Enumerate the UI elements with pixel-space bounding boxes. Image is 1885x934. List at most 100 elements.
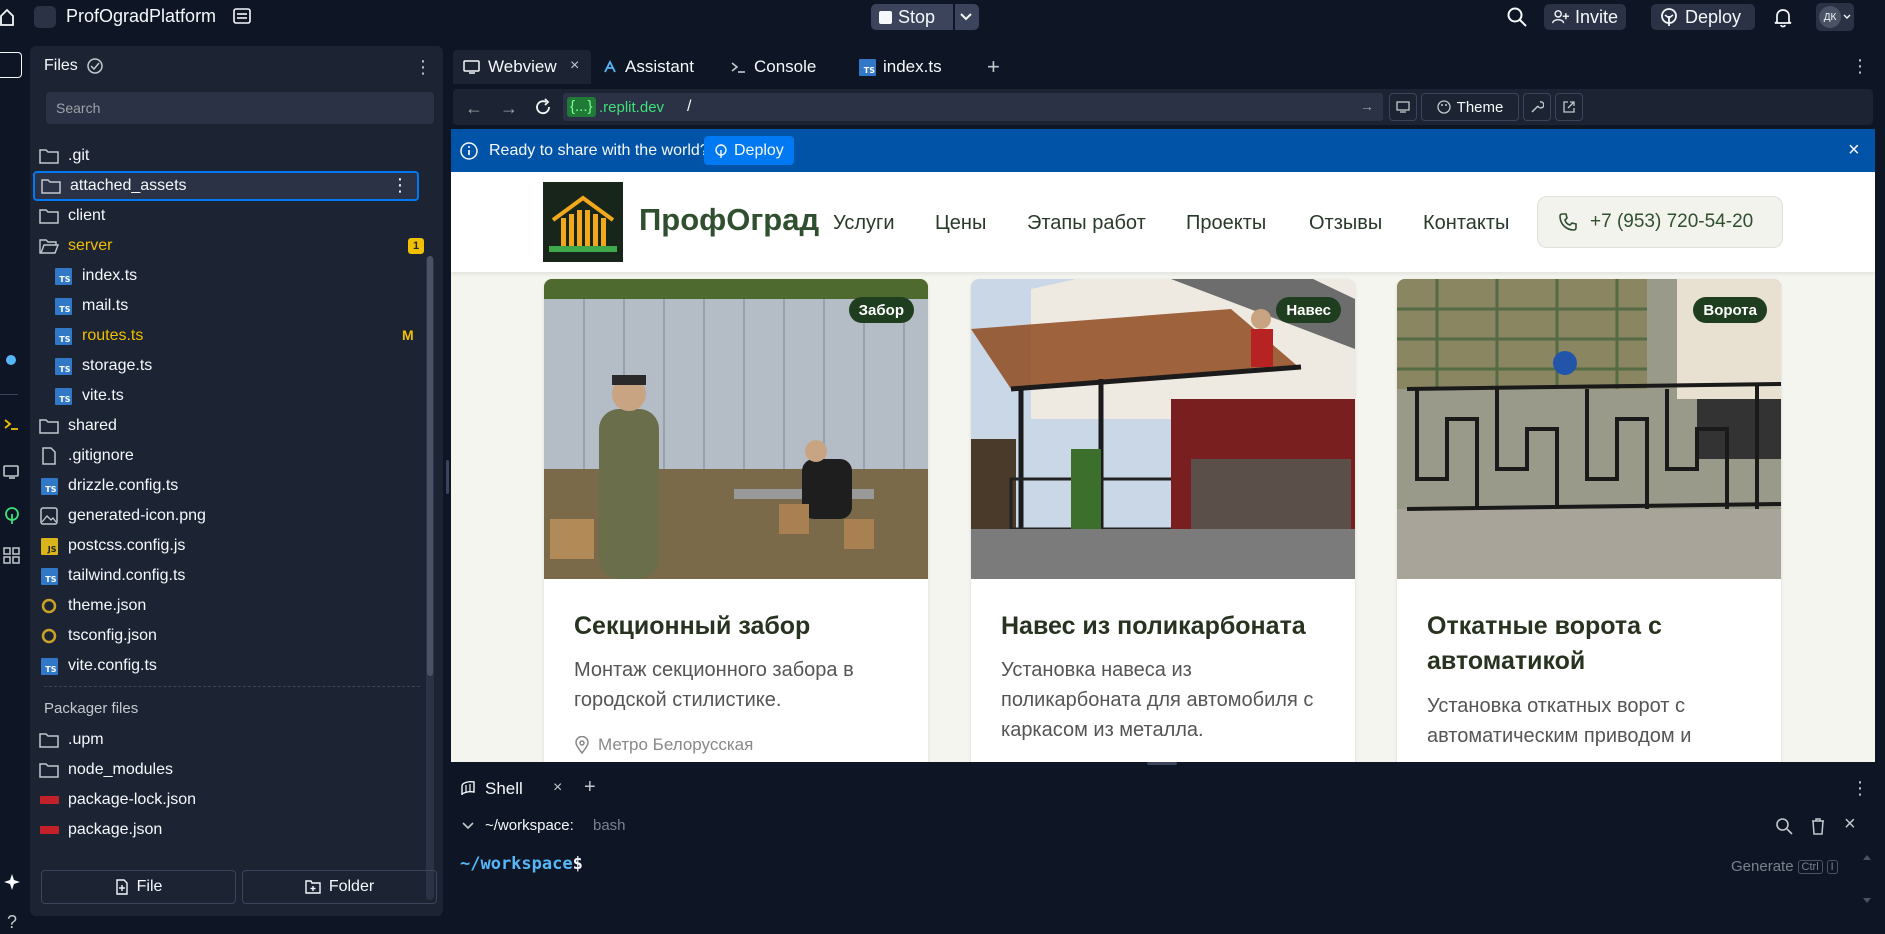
nav-services[interactable]: Услуги <box>833 212 895 235</box>
tree-item-tsconfig-json[interactable]: tsconfig.json <box>38 622 450 650</box>
tab-console[interactable]: Console <box>721 50 845 84</box>
tree-item-server[interactable]: server 1 <box>38 232 450 260</box>
nav-projects[interactable]: Проекты <box>1186 212 1266 235</box>
back-icon[interactable]: ← <box>465 98 483 119</box>
tree-item-attached-assets[interactable]: attached_assets ⋮ <box>33 171 419 201</box>
generate-hint[interactable]: Generate Ctrl I <box>1731 858 1838 875</box>
add-tab-button[interactable]: + <box>987 54 1000 80</box>
trash-icon[interactable] <box>1810 817 1826 835</box>
forward-icon[interactable]: → <box>500 98 518 119</box>
search-icon[interactable] <box>1775 817 1793 835</box>
shell-path: ~/workspace: <box>485 817 574 834</box>
item-menu-icon[interactable]: ⋮ <box>391 176 409 194</box>
close-tab-icon[interactable]: × <box>570 57 579 75</box>
files-pane-icon[interactable] <box>0 52 22 78</box>
pane-resize-handle[interactable] <box>446 460 449 494</box>
tree-item-vite-config[interactable]: TS vite.config.ts <box>38 652 450 680</box>
tree-item-mail-ts[interactable]: TS mail.ts <box>52 292 464 320</box>
go-arrow-icon[interactable]: → <box>1360 98 1374 114</box>
shell-prompt[interactable]: ~/workspace$ <box>460 854 583 874</box>
site-logo[interactable] <box>543 182 623 262</box>
open-new-tab-button[interactable] <box>1555 93 1583 121</box>
tree-item-client[interactable]: client <box>38 202 450 230</box>
pane-menu-icon[interactable]: ⋮ <box>1851 778 1869 799</box>
nav-reviews[interactable]: Отзывы <box>1309 212 1382 235</box>
project-avatar[interactable] <box>34 6 56 28</box>
new-folder-button[interactable]: Folder <box>242 870 437 904</box>
tree-item-node-modules[interactable]: node_modules <box>38 756 450 784</box>
tree-item-index-ts[interactable]: TS index.ts <box>52 262 464 290</box>
shell-pane: Shell × + ⋮ ~/workspace: bash × ~/worksp… <box>453 770 1885 920</box>
project-card[interactable]: Забор Секционный забор Монтаж секционног… <box>544 279 928 762</box>
scrollbar[interactable] <box>426 256 434 900</box>
invite-button[interactable]: Invite <box>1544 4 1626 30</box>
tree-item-label: server <box>68 237 113 254</box>
tab-shell[interactable]: Shell × <box>453 770 583 808</box>
shell-scrollbar[interactable] <box>1863 854 1871 904</box>
close-banner-icon[interactable]: × <box>1848 139 1860 162</box>
close-tab-icon[interactable]: × <box>553 779 562 797</box>
url-input[interactable]: {...} .replit.dev / → <box>563 93 1383 121</box>
image-icon <box>38 505 60 527</box>
phone-button[interactable]: +7 (953) 720-54-20 <box>1537 196 1783 248</box>
devtools-button[interactable] <box>1523 93 1551 121</box>
scrollbar-thumb[interactable] <box>427 256 433 676</box>
search-icon[interactable] <box>1506 6 1528 28</box>
tree-item-upm[interactable]: .upm <box>38 726 450 754</box>
monitor-icon[interactable] <box>0 460 24 484</box>
home-icon[interactable] <box>0 7 14 27</box>
tree-item-package-json[interactable]: package.json <box>38 816 450 844</box>
tree-item-git[interactable]: .git <box>38 142 450 170</box>
json-icon <box>38 595 60 617</box>
help-icon[interactable]: ? <box>0 910 24 934</box>
theme-button[interactable]: Theme <box>1421 93 1519 121</box>
tree-item-routes-ts[interactable]: TS routes.ts M <box>52 322 464 350</box>
tab-assistant[interactable]: Assistant <box>592 50 717 84</box>
tree-item-generated-icon[interactable]: generated-icon.png <box>38 502 450 530</box>
chevron-down-icon[interactable] <box>462 822 474 830</box>
ai-sparkle-icon[interactable] <box>0 870 24 894</box>
deploy-button[interactable]: Deploy <box>1651 4 1755 30</box>
packager-icon[interactable] <box>0 348 24 372</box>
files-menu-icon[interactable]: ⋮ <box>414 58 432 76</box>
close-icon[interactable]: × <box>1844 813 1856 836</box>
tree-item-tailwind-config[interactable]: TS tailwind.config.ts <box>38 562 450 590</box>
info-icon <box>459 141 479 161</box>
tools-grid-icon[interactable] <box>0 544 24 568</box>
stop-icon <box>879 10 892 24</box>
new-file-button[interactable]: File <box>41 870 236 904</box>
pane-menu-icon[interactable]: ⋮ <box>1851 56 1869 77</box>
project-info-icon[interactable] <box>232 6 252 26</box>
console-icon[interactable] <box>0 412 24 436</box>
kbd-ctrl: Ctrl <box>1797 859 1823 874</box>
banner-deploy-button[interactable]: Deploy <box>704 136 794 165</box>
project-card[interactable]: Навес Навес из поликарбоната Установка н… <box>971 279 1355 762</box>
run-options-button[interactable] <box>955 4 979 30</box>
reload-icon[interactable] <box>533 97 553 117</box>
pane-resize-handle[interactable] <box>1147 762 1177 765</box>
tree-item-package-lock[interactable]: package-lock.json <box>38 786 450 814</box>
tree-item-theme-json[interactable]: theme.json <box>38 592 450 620</box>
search-input[interactable]: Search <box>46 92 434 124</box>
tree-item-storage-ts[interactable]: TS storage.ts <box>52 352 464 380</box>
tree-item-gitignore[interactable]: .gitignore <box>38 442 450 470</box>
site-brand[interactable]: ПрофОград <box>639 202 819 238</box>
tree-item-shared[interactable]: shared <box>38 412 450 440</box>
bell-icon[interactable] <box>1772 6 1794 28</box>
nav-stages[interactable]: Этапы работ <box>1027 212 1146 235</box>
nav-contacts[interactable]: Контакты <box>1423 212 1509 235</box>
tree-item-vite-ts[interactable]: TS vite.ts <box>52 382 464 410</box>
project-card[interactable]: Ворота Откатные ворота с автоматикой Уст… <box>1397 279 1781 762</box>
user-menu[interactable]: ДК <box>1816 3 1854 31</box>
deploy-icon[interactable] <box>0 504 24 528</box>
tree-item-drizzle-config[interactable]: TS drizzle.config.ts <box>38 472 450 500</box>
stop-button[interactable]: Stop <box>871 4 953 30</box>
add-tab-button[interactable]: + <box>584 776 596 799</box>
tree-item-postcss-config[interactable]: JS postcss.config.js <box>38 532 450 560</box>
tab-index-ts[interactable]: TS index.ts <box>849 50 973 84</box>
tab-webview[interactable]: Webview × <box>453 50 591 84</box>
ts-icon: TS <box>52 385 74 407</box>
project-name[interactable]: ProfOgradPlatform <box>66 6 216 27</box>
nav-prices[interactable]: Цены <box>935 212 986 235</box>
device-toggle-button[interactable] <box>1389 93 1417 121</box>
